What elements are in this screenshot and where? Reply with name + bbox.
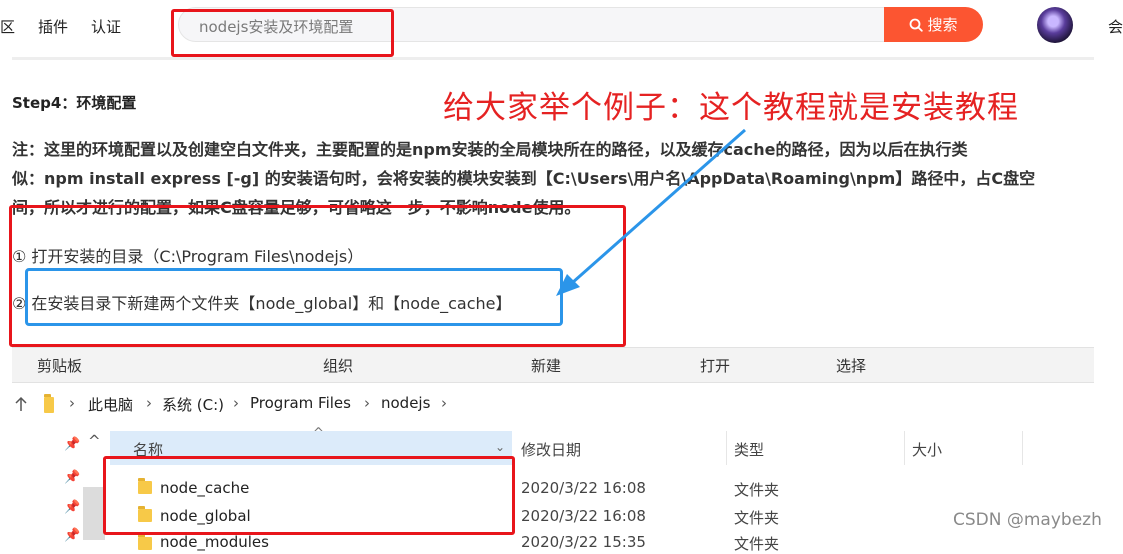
- folder-icon: [44, 394, 54, 413]
- chevron-right-icon: ›: [441, 394, 447, 412]
- column-divider: [904, 431, 905, 465]
- table-row-modified: 2020/3/22 15:35: [521, 533, 646, 551]
- ribbon-select[interactable]: 选择: [836, 355, 866, 376]
- breadcrumb-nodejs[interactable]: nodejs: [381, 394, 430, 412]
- ribbon-new[interactable]: 新建: [531, 355, 561, 376]
- pin-icon[interactable]: 📌: [64, 528, 80, 543]
- nav-pane-scrollbar[interactable]: [83, 487, 105, 540]
- chevron-right-icon: ›: [146, 394, 152, 412]
- column-header-type[interactable]: 类型: [734, 439, 764, 460]
- chevron-right-icon: ›: [364, 394, 370, 412]
- pin-icon[interactable]: 📌: [64, 470, 80, 485]
- sort-ascending-icon: ^: [313, 426, 324, 441]
- chevron-right-icon: ›: [69, 394, 75, 412]
- ribbon-clipboard[interactable]: 剪贴板: [37, 355, 82, 376]
- up-arrow-icon[interactable]: [13, 395, 29, 413]
- breadcrumb-program-files[interactable]: Program Files: [250, 394, 351, 412]
- chevron-down-icon[interactable]: ⌄: [495, 440, 505, 454]
- table-row-type: 文件夹: [734, 481, 780, 499]
- table-row-modified: 2020/3/22 16:08: [521, 507, 646, 525]
- column-header-modified[interactable]: 修改日期: [521, 439, 581, 460]
- folder-icon: [138, 534, 152, 550]
- watermark: CSDN @maybezh: [953, 510, 1102, 530]
- pin-icon[interactable]: 📌: [64, 500, 80, 515]
- table-row-name[interactable]: node_modules: [160, 533, 269, 551]
- new-folders-highlight-box: [103, 456, 515, 535]
- column-header-size[interactable]: 大小: [912, 439, 942, 460]
- ribbon-organize[interactable]: 组织: [323, 355, 353, 376]
- breadcrumb-system-c[interactable]: 系统 (C:): [162, 394, 224, 415]
- ribbon-open[interactable]: 打开: [700, 355, 730, 376]
- column-divider: [726, 431, 727, 465]
- table-row-type: 文件夹: [734, 509, 780, 527]
- pin-icon[interactable]: 📌: [64, 437, 80, 452]
- table-row-modified: 2020/3/22 16:08: [521, 479, 646, 497]
- chevron-right-icon: ›: [233, 394, 239, 412]
- collapse-up-icon[interactable]: ^: [88, 432, 101, 450]
- breadcrumb-this-pc[interactable]: 此电脑: [88, 394, 133, 415]
- table-row-type: 文件夹: [734, 535, 780, 553]
- column-divider: [1022, 431, 1023, 465]
